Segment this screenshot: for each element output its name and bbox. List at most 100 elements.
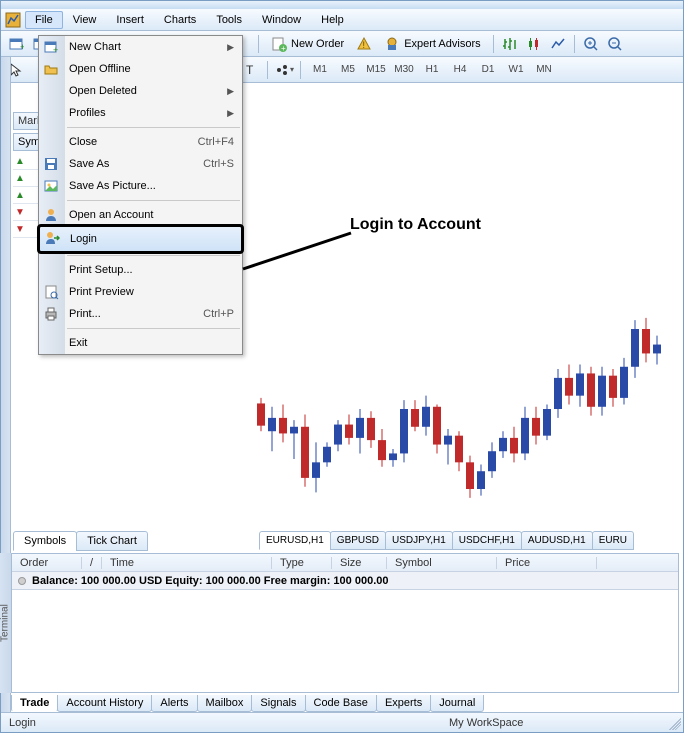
timeframe-m1[interactable]: M1 bbox=[306, 61, 334, 79]
svg-text:T: T bbox=[246, 63, 254, 77]
arrow-up-icon: ▲ bbox=[15, 173, 25, 184]
terminal-tab-signals[interactable]: Signals bbox=[251, 695, 305, 712]
chart-tab[interactable]: EURUSD,H1 bbox=[259, 531, 331, 550]
menu-view[interactable]: View bbox=[63, 11, 107, 29]
menu-item-save-as[interactable]: Save AsCtrl+S bbox=[39, 153, 242, 175]
mw-tab-tick-chart[interactable]: Tick Chart bbox=[76, 531, 148, 551]
menu-item-label: Save As Picture... bbox=[69, 180, 156, 192]
svg-text:+: + bbox=[20, 42, 24, 52]
menu-separator bbox=[67, 328, 240, 329]
terminal-tab-mailbox[interactable]: Mailbox bbox=[197, 695, 253, 712]
print-icon bbox=[43, 306, 59, 322]
arrow-up-icon: ▲ bbox=[15, 156, 25, 167]
menu-item-label: Exit bbox=[69, 337, 87, 349]
menu-insert[interactable]: Insert bbox=[106, 11, 154, 29]
market-watch-row[interactable]: ▼ bbox=[13, 221, 41, 238]
terminal-tab-experts[interactable]: Experts bbox=[376, 695, 431, 712]
objects-icon[interactable]: ▾ bbox=[273, 59, 295, 81]
menu-window[interactable]: Window bbox=[252, 11, 311, 29]
menu-help[interactable]: Help bbox=[311, 11, 354, 29]
menu-item-open-offline[interactable]: Open Offline bbox=[39, 58, 242, 80]
chart-tab[interactable]: USDCHF,H1 bbox=[452, 531, 522, 550]
new-order-button[interactable]: + New Order bbox=[264, 33, 351, 55]
menu-item-print-setup[interactable]: Print Setup... bbox=[39, 259, 242, 281]
menu-shortcut: Ctrl+P bbox=[203, 308, 234, 320]
chevron-right-icon: ▶ bbox=[227, 108, 234, 119]
arrow-up-icon: ▲ bbox=[15, 190, 25, 201]
menu-item-save-as-picture[interactable]: Save As Picture... bbox=[39, 175, 242, 197]
menu-item-open-deleted[interactable]: Open Deleted▶ bbox=[39, 80, 242, 102]
terminal-col-type[interactable]: Type bbox=[272, 557, 332, 569]
menu-item-label: New Chart bbox=[69, 41, 121, 53]
menu-item-print-preview[interactable]: Print Preview bbox=[39, 281, 242, 303]
menu-item-profiles[interactable]: Profiles▶ bbox=[39, 102, 242, 124]
timeframe-h1[interactable]: H1 bbox=[418, 61, 446, 79]
timeframe-w1[interactable]: W1 bbox=[502, 61, 530, 79]
market-watch-title: Mark bbox=[13, 112, 41, 130]
menu-item-new-chart[interactable]: +New Chart▶ bbox=[39, 36, 242, 58]
timeframe-m5[interactable]: M5 bbox=[334, 61, 362, 79]
menu-shortcut: Ctrl+S bbox=[203, 158, 234, 170]
timeframe-d1[interactable]: D1 bbox=[474, 61, 502, 79]
bar-chart-icon[interactable] bbox=[499, 33, 521, 55]
statusbar: Login My WorkSpace bbox=[1, 712, 683, 732]
text-tool-icon[interactable]: T bbox=[240, 59, 262, 81]
expert-advisors-button[interactable]: Expert Advisors bbox=[377, 33, 487, 55]
separator bbox=[574, 35, 575, 53]
terminal-col-[interactable]: / bbox=[82, 557, 102, 569]
terminal-label: Terminal bbox=[0, 553, 11, 693]
svg-text:+: + bbox=[53, 45, 58, 55]
toolbar-btn-chartwin[interactable]: + bbox=[5, 33, 27, 55]
chart-tab[interactable]: EURU bbox=[592, 531, 634, 550]
chart-area[interactable] bbox=[247, 109, 677, 529]
chart-tab[interactable]: USDJPY,H1 bbox=[385, 531, 453, 550]
menu-item-label: Open Deleted bbox=[69, 85, 137, 97]
timeframe-m30[interactable]: M30 bbox=[390, 61, 418, 79]
mw-tab-symbols[interactable]: Symbols bbox=[13, 531, 77, 551]
timeframe-h4[interactable]: H4 bbox=[446, 61, 474, 79]
menu-item-exit[interactable]: Exit bbox=[39, 332, 242, 354]
terminal-tab-journal[interactable]: Journal bbox=[430, 695, 484, 712]
status-right: My WorkSpace bbox=[449, 717, 523, 729]
print-preview-icon bbox=[43, 284, 59, 300]
save-icon bbox=[43, 156, 59, 172]
line-chart-icon[interactable] bbox=[547, 33, 569, 55]
market-watch-row[interactable]: ▲ bbox=[13, 187, 41, 204]
candle-chart-icon[interactable] bbox=[523, 33, 545, 55]
terminal-tab-account-history[interactable]: Account History bbox=[57, 695, 152, 712]
chart-tab[interactable]: AUDUSD,H1 bbox=[521, 531, 593, 550]
alert-icon[interactable]: ! bbox=[353, 33, 375, 55]
menu-item-label: Print Setup... bbox=[69, 264, 133, 276]
terminal-col-order[interactable]: Order bbox=[12, 557, 82, 569]
terminal-tab-code-base[interactable]: Code Base bbox=[305, 695, 377, 712]
market-watch-row[interactable]: ▲ bbox=[13, 170, 41, 187]
terminal-tab-trade[interactable]: Trade bbox=[11, 695, 58, 712]
expert-advisors-label: Expert Advisors bbox=[404, 38, 480, 50]
chart-tab[interactable]: GBPUSD bbox=[330, 531, 386, 550]
timeframe-m15[interactable]: M15 bbox=[362, 61, 390, 79]
terminal-col-size[interactable]: Size bbox=[332, 557, 387, 569]
chart-plus-icon: + bbox=[43, 39, 59, 55]
menu-item-open-an-account[interactable]: Open an Account bbox=[39, 204, 242, 226]
menu-item-print[interactable]: Print...Ctrl+P bbox=[39, 303, 242, 325]
separator bbox=[267, 61, 268, 79]
market-watch-row[interactable]: ▼ bbox=[13, 204, 41, 221]
market-watch-row[interactable]: ▲ bbox=[13, 153, 41, 170]
resize-grip-icon[interactable] bbox=[669, 718, 681, 730]
callout-arrow bbox=[233, 229, 363, 279]
menu-file[interactable]: File bbox=[25, 11, 63, 29]
zoom-out-icon[interactable] bbox=[604, 33, 626, 55]
menu-item-login[interactable]: Login bbox=[39, 226, 242, 252]
terminal-col-symbol[interactable]: Symbol bbox=[387, 557, 497, 569]
terminal-col-time[interactable]: Time bbox=[102, 557, 272, 569]
menu-tools[interactable]: Tools bbox=[206, 11, 252, 29]
terminal-col-price[interactable]: Price bbox=[497, 557, 597, 569]
menu-charts[interactable]: Charts bbox=[154, 11, 206, 29]
timeframe-mn[interactable]: MN bbox=[530, 61, 558, 79]
person-login-icon bbox=[44, 230, 60, 246]
menu-separator bbox=[67, 127, 240, 128]
menu-item-close[interactable]: CloseCtrl+F4 bbox=[39, 131, 242, 153]
zoom-in-icon[interactable] bbox=[580, 33, 602, 55]
terminal-tab-alerts[interactable]: Alerts bbox=[151, 695, 197, 712]
balance-text: Balance: 100 000.00 USD Equity: 100 000.… bbox=[32, 575, 388, 587]
